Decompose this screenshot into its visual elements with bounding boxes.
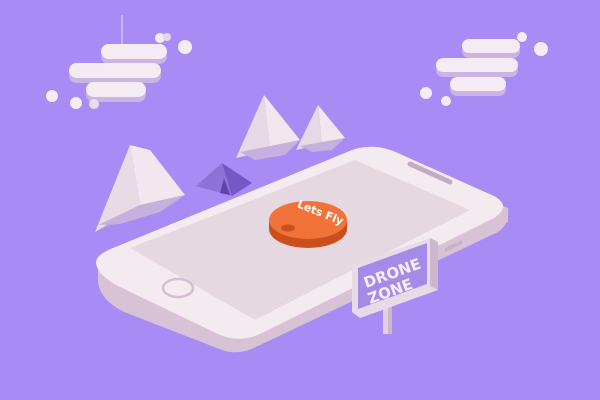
scene-illustration: Lets Fly DRONE ZONE [0, 0, 600, 400]
button-indent [281, 224, 295, 232]
home-button[interactable] [161, 277, 195, 299]
